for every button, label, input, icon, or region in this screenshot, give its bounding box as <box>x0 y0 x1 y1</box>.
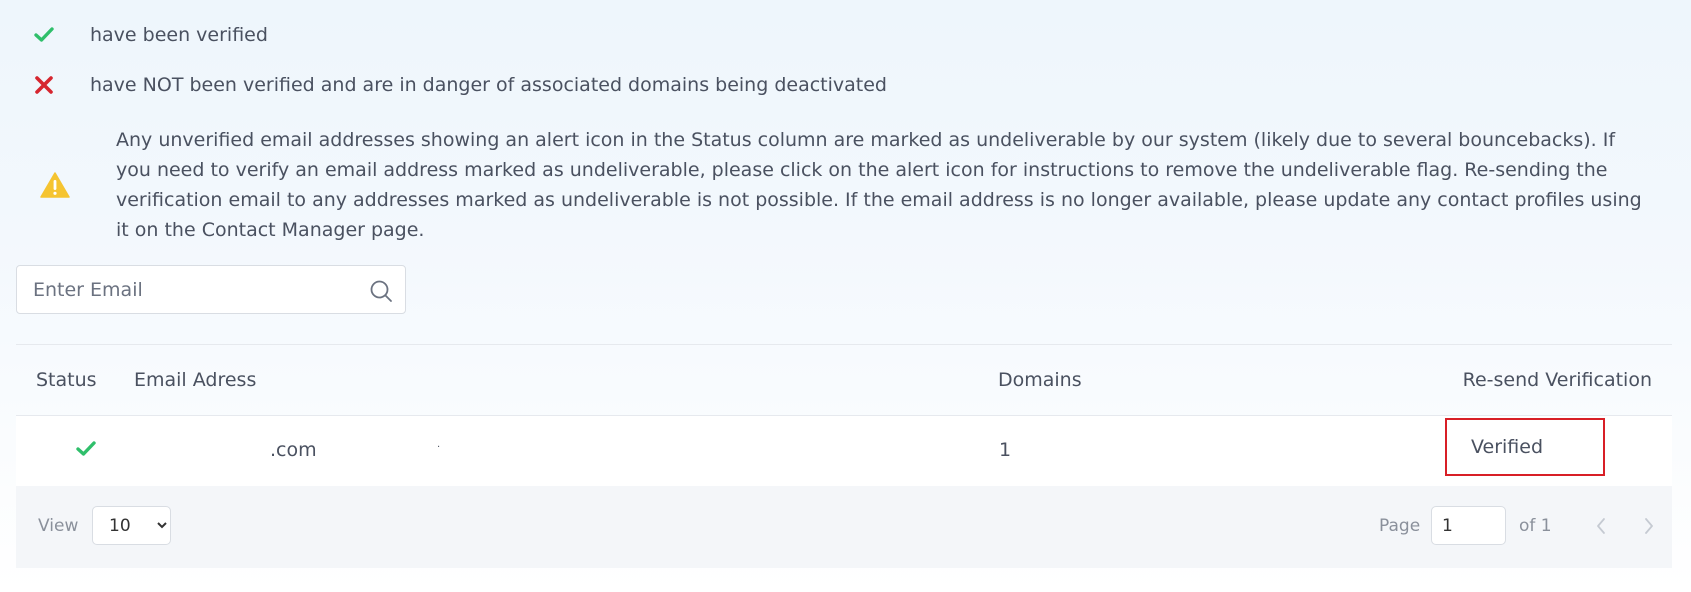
status-check-icon <box>76 440 96 462</box>
legend-not-verified-row: have NOT been verified and are in danger… <box>0 74 887 96</box>
pagination-bar: View 10 Page of 1 <box>16 486 1672 568</box>
chevron-right-icon[interactable] <box>1634 511 1664 541</box>
resend-cell-label: Verified <box>1471 436 1544 458</box>
search-icon[interactable] <box>369 279 393 307</box>
email-search-input[interactable] <box>17 278 347 301</box>
check-icon <box>0 27 90 43</box>
page-size-select[interactable]: 10 <box>92 506 171 545</box>
page-total-label: of 1 <box>1519 516 1552 536</box>
page-label: Page <box>1379 516 1421 536</box>
table-row: .com . 1 Verified <box>16 416 1672 486</box>
legend-verified-row: have been verified <box>0 24 268 46</box>
header-domains: Domains <box>998 369 1082 391</box>
email-cell: .com <box>270 439 317 461</box>
email-search-box <box>16 265 406 314</box>
legend-not-verified-text: have NOT been verified and are in danger… <box>90 74 887 96</box>
page-number-input[interactable] <box>1431 506 1506 545</box>
table-header: Status Email Adress Domains Re-send Veri… <box>16 344 1672 416</box>
legend-warning-row: Any unverified email addresses showing a… <box>0 125 1646 245</box>
legend-warning-text: Any unverified email addresses showing a… <box>116 129 1642 241</box>
domains-cell: 1 <box>999 439 1012 461</box>
legend-verified-text: have been verified <box>90 24 268 46</box>
view-label: View <box>38 516 79 536</box>
email-table: Status Email Adress Domains Re-send Veri… <box>16 344 1672 568</box>
warning-icon <box>0 172 116 198</box>
header-status: Status <box>36 369 97 391</box>
email-cell-dot: . <box>437 439 441 450</box>
header-resend: Re-send Verification <box>1462 369 1652 391</box>
header-email: Email Adress <box>134 369 257 391</box>
cross-icon <box>0 75 90 95</box>
resend-verified-status: Verified <box>1445 418 1605 476</box>
chevron-left-icon[interactable] <box>1586 511 1616 541</box>
